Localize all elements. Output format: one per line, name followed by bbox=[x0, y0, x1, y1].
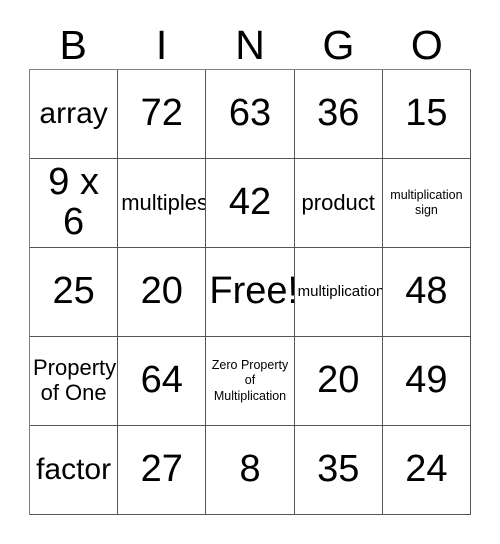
bingo-grid-row: 25 20 Free! multiplication 48 bbox=[30, 248, 472, 337]
bingo-cell-label: 8 bbox=[239, 448, 261, 491]
bingo-cell[interactable]: 35 bbox=[294, 426, 383, 515]
bingo-cell[interactable]: 20 bbox=[118, 248, 207, 337]
bingo-cell-label: 15 bbox=[405, 92, 448, 135]
bingo-header-letter-i: I bbox=[155, 22, 168, 68]
bingo-cell-label: 25 bbox=[52, 270, 95, 313]
bingo-cell-label: 72 bbox=[140, 92, 183, 135]
bingo-cell[interactable]: array bbox=[30, 70, 119, 159]
bingo-cell-label: 64 bbox=[140, 359, 183, 402]
bingo-cell[interactable]: 72 bbox=[118, 70, 207, 159]
bingo-cell-label: 49 bbox=[405, 359, 448, 402]
bingo-header-letter-n: N bbox=[235, 22, 265, 68]
bingo-cell[interactable]: 8 bbox=[206, 426, 295, 515]
bingo-header-letter-g: G bbox=[322, 22, 355, 68]
bingo-cell-label: product bbox=[301, 189, 375, 215]
bingo-cell-label: Zero Property of Multiplication bbox=[211, 358, 289, 403]
bingo-cell-label: 9 x 6 bbox=[48, 161, 99, 243]
bingo-header-letter-o: O bbox=[410, 22, 443, 68]
bingo-grid-row: factor 27 8 35 24 bbox=[30, 426, 472, 515]
bingo-cell-label: 48 bbox=[405, 270, 448, 313]
bingo-cell-label: 20 bbox=[317, 359, 360, 402]
bingo-cell[interactable]: multiplication bbox=[294, 248, 383, 337]
bingo-cell[interactable]: 25 bbox=[30, 248, 119, 337]
bingo-cell-label: 35 bbox=[317, 448, 360, 491]
bingo-card: B I N G O array 72 63 36 15 9 x 6 multiples 42 p… bbox=[0, 0, 500, 544]
bingo-cell[interactable]: 49 bbox=[382, 337, 472, 426]
bingo-grid-row: Property of One 64 Zero Property of Multip… bbox=[30, 337, 472, 426]
bingo-cell[interactable]: product bbox=[294, 159, 383, 248]
bingo-cell[interactable]: 36 bbox=[294, 70, 383, 159]
bingo-cell-label: 36 bbox=[317, 92, 360, 135]
bingo-cell[interactable]: multiplication sign bbox=[382, 159, 472, 248]
bingo-cell-label: 20 bbox=[140, 270, 183, 313]
bingo-cell-label: multiples bbox=[121, 189, 207, 215]
bingo-cell[interactable]: factor bbox=[30, 426, 119, 515]
bingo-cell-label: multiplication bbox=[297, 283, 383, 301]
bingo-header-row: B I N G O bbox=[29, 16, 471, 68]
bingo-cell[interactable]: 48 bbox=[382, 248, 472, 337]
bingo-cell[interactable]: 20 bbox=[294, 337, 383, 426]
bingo-cell-label: Property of One bbox=[33, 355, 117, 405]
bingo-cell[interactable]: 27 bbox=[118, 426, 207, 515]
bingo-cell[interactable]: multiples bbox=[118, 159, 207, 248]
bingo-cell[interactable]: 9 x 6 bbox=[30, 159, 119, 248]
bingo-cell-label: factor bbox=[36, 453, 112, 487]
bingo-cell-label: 27 bbox=[140, 448, 183, 491]
bingo-cell[interactable]: Free! bbox=[206, 248, 295, 337]
bingo-cell[interactable]: Property of One bbox=[30, 337, 119, 426]
bingo-grid-row: array 72 63 36 15 bbox=[30, 70, 472, 159]
bingo-cell-label: 42 bbox=[228, 181, 272, 224]
bingo-grid: array 72 63 36 15 9 x 6 multiples 42 product mult… bbox=[29, 69, 472, 515]
bingo-cell[interactable]: 15 bbox=[382, 70, 472, 159]
bingo-grid-row: 9 x 6 multiples 42 product multiplication si… bbox=[30, 159, 472, 248]
bingo-cell-label: multiplication sign bbox=[390, 187, 463, 217]
bingo-header-letter-b: B bbox=[59, 22, 87, 68]
bingo-cell[interactable]: 42 bbox=[206, 159, 295, 248]
bingo-cell[interactable]: 24 bbox=[382, 426, 472, 515]
bingo-cell[interactable]: Zero Property of Multiplication bbox=[206, 337, 295, 426]
bingo-cell[interactable]: 64 bbox=[118, 337, 207, 426]
bingo-cell[interactable]: 63 bbox=[206, 70, 295, 159]
bingo-cell-label: 24 bbox=[405, 448, 448, 491]
bingo-cell-label: Free! bbox=[209, 270, 295, 313]
bingo-cell-label: 63 bbox=[228, 92, 272, 135]
bingo-cell-label: array bbox=[39, 97, 108, 131]
